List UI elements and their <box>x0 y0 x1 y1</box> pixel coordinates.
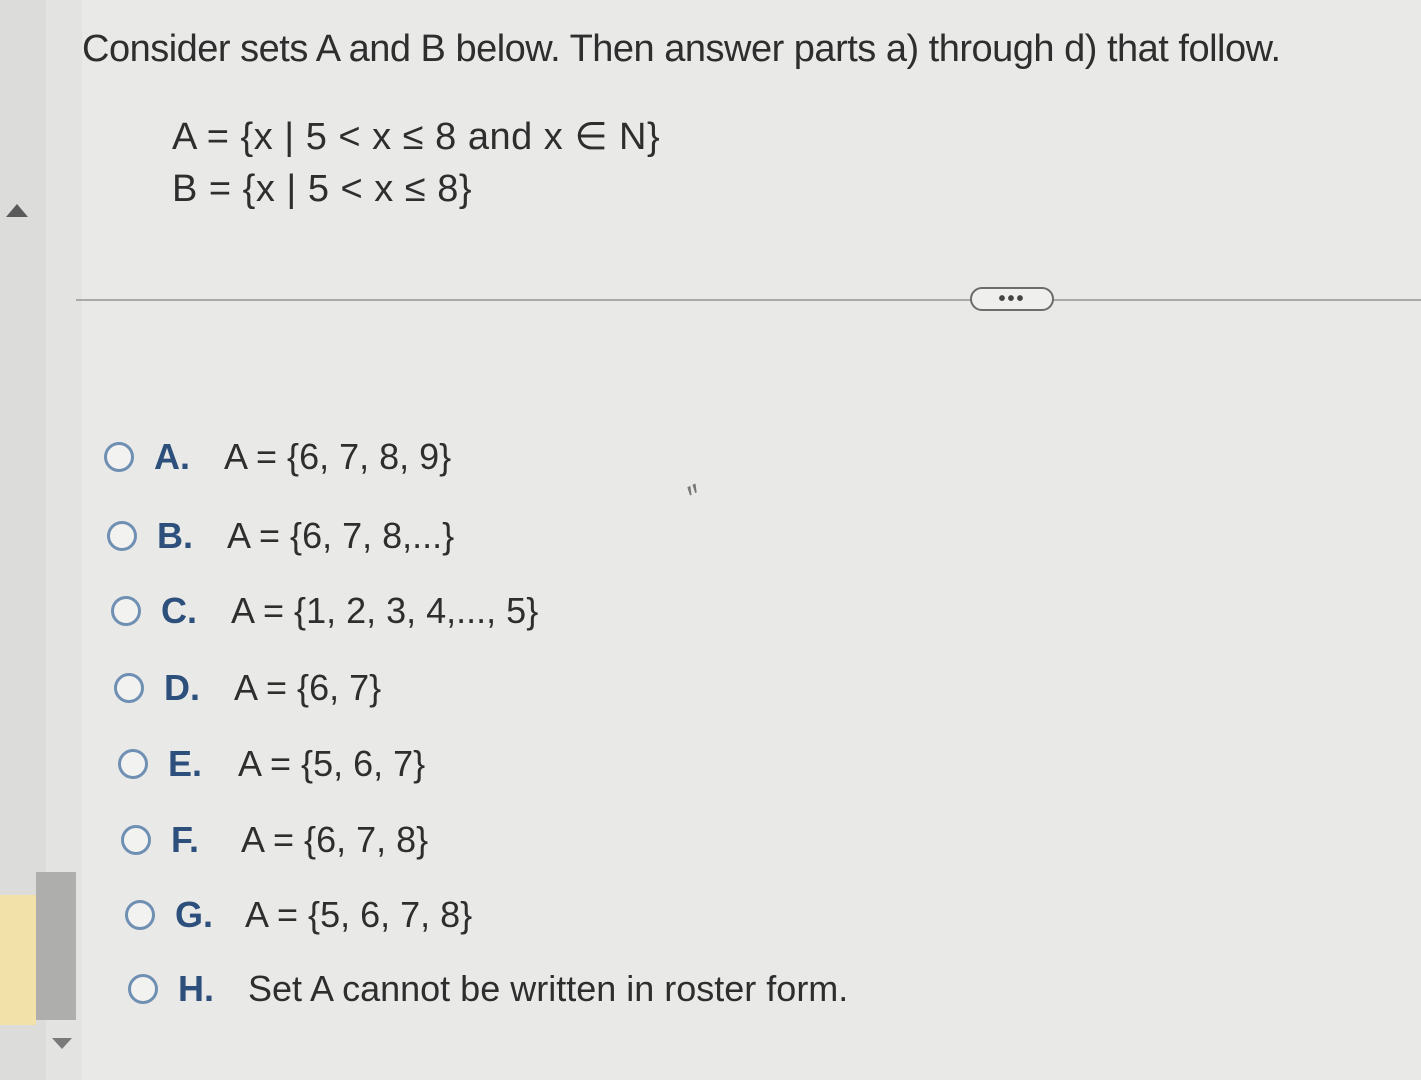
option-f[interactable]: F. A = {6, 7, 8} <box>121 815 428 865</box>
scroll-down-arrow-icon[interactable] <box>52 1038 72 1049</box>
option-g[interactable]: G. A = {5, 6, 7, 8} <box>125 890 472 940</box>
option-letter: A. <box>154 436 190 477</box>
option-b[interactable]: B. A = {6, 7, 8,...} <box>107 511 454 561</box>
option-text: A = {6, 7, 8} <box>241 819 429 860</box>
ellipsis-icon: ••• <box>998 288 1026 310</box>
option-text: A = {5, 6, 7} <box>238 743 426 784</box>
radio-button-icon[interactable] <box>114 673 144 703</box>
option-h[interactable]: H. Set A cannot be written in roster for… <box>128 964 848 1014</box>
question-prompt: Consider sets A and B below. Then answer… <box>82 28 1281 70</box>
option-text: A = {6, 7, 8,...} <box>227 515 455 556</box>
option-text: A = {5, 6, 7, 8} <box>245 894 473 935</box>
option-d[interactable]: D. A = {6, 7} <box>114 663 381 713</box>
option-text: Set A cannot be written in roster form. <box>248 968 849 1009</box>
option-letter: B. <box>157 515 193 556</box>
screen-glare-mark: ″ <box>682 477 710 517</box>
radio-button-icon[interactable] <box>111 596 141 626</box>
section-divider <box>76 299 1421 301</box>
option-c[interactable]: C. A = {1, 2, 3, 4,..., 5} <box>111 586 538 636</box>
option-letter: E. <box>168 743 203 784</box>
highlight-marker <box>0 895 36 1025</box>
radio-button-icon[interactable] <box>121 825 151 855</box>
option-letter: H. <box>178 968 214 1009</box>
set-a-definition: A = {x | 5 < x ≤ 8 and x ∈ N} <box>172 116 661 158</box>
radio-button-icon[interactable] <box>125 900 155 930</box>
option-letter: C. <box>161 590 197 631</box>
expand-more-button[interactable]: ••• <box>970 287 1054 311</box>
option-text: A = {6, 7, 8, 9} <box>224 436 452 477</box>
option-text: A = {1, 2, 3, 4,..., 5} <box>231 590 539 631</box>
option-letter: D. <box>164 667 200 708</box>
scroll-up-arrow-icon[interactable] <box>6 204 28 217</box>
question-panel: Consider sets A and B below. Then answer… <box>76 0 1421 1080</box>
option-a[interactable]: A. A = {6, 7, 8, 9} <box>104 432 451 482</box>
option-letter: G. <box>175 894 214 935</box>
radio-button-icon[interactable] <box>118 749 148 779</box>
radio-button-icon[interactable] <box>128 974 158 1004</box>
scrollbar-thumb[interactable] <box>36 872 76 1020</box>
option-e[interactable]: E. A = {5, 6, 7} <box>118 739 425 789</box>
radio-button-icon[interactable] <box>104 442 134 472</box>
radio-button-icon[interactable] <box>107 521 137 551</box>
option-letter: F. <box>171 819 200 860</box>
set-b-definition: B = {x | 5 < x ≤ 8} <box>172 168 473 210</box>
option-text: A = {6, 7} <box>234 667 382 708</box>
